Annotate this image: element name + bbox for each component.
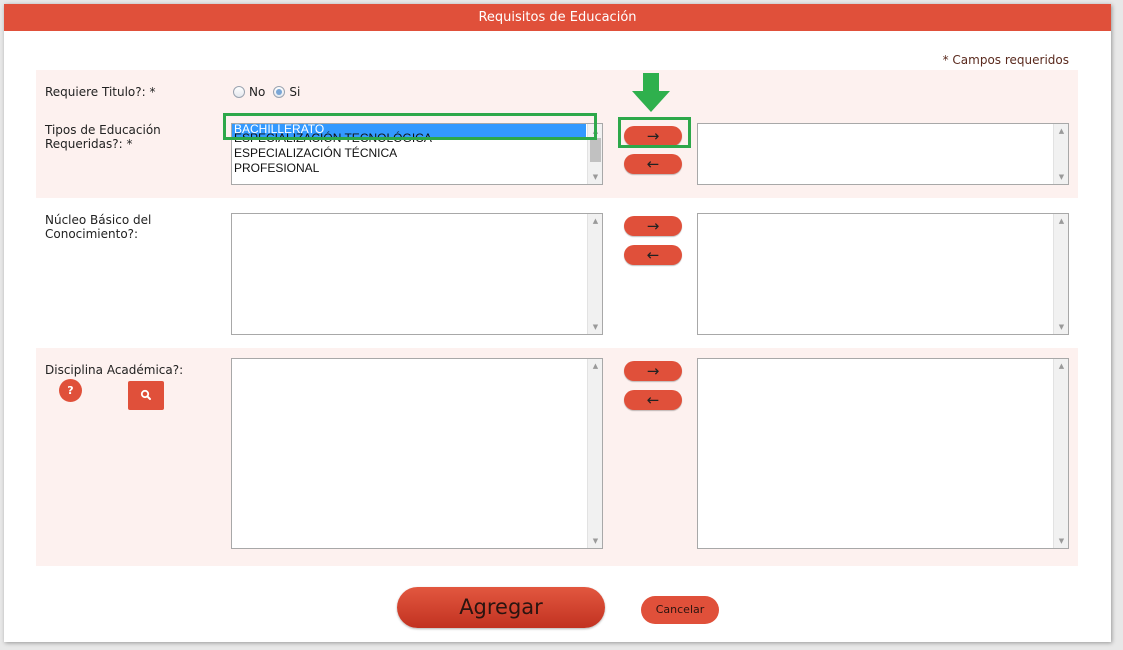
move-left-button[interactable]: ← [624, 154, 682, 174]
green-down-arrow-icon [632, 73, 670, 112]
scrollbar[interactable]: ▲ ▼ [587, 124, 602, 184]
disciplina-chosen-list[interactable]: ▲ ▼ [697, 358, 1069, 549]
radio-no[interactable] [233, 86, 245, 98]
list-item[interactable]: ESPECIALIZACIÓN TECNOLÓGICA [232, 131, 586, 146]
section-disciplina: Disciplina Académica?: ? ▲ ▼ → ← ▲ ▼ [36, 348, 1078, 566]
disciplina-available-list[interactable]: ▲ ▼ [231, 358, 603, 549]
section-nucleo-basico: Núcleo Básico del Conocimiento?: ▲ ▼ → ←… [36, 200, 1078, 345]
scroll-up-icon[interactable]: ▲ [1054, 359, 1068, 373]
nucleo-basico-available-list[interactable]: ▲ ▼ [231, 213, 603, 335]
tipos-educacion-label: Tipos de Educación Requeridas?: * [45, 123, 161, 151]
agregar-button[interactable]: Agregar [397, 587, 605, 628]
search-icon [140, 389, 151, 400]
required-fields-note: * Campos requeridos [942, 53, 1069, 67]
radio-si[interactable] [273, 86, 286, 98]
requiere-titulo-radio-group: No Si [233, 85, 304, 99]
move-right-button[interactable]: → [624, 216, 682, 236]
dialog-title: Requisitos de Educación [4, 4, 1111, 31]
scrollbar[interactable]: ▲ ▼ [1053, 214, 1068, 334]
requiere-titulo-label: Requiere Titulo?: * [45, 85, 156, 99]
scrollbar[interactable]: ▲ ▼ [587, 214, 602, 334]
scroll-thumb[interactable] [590, 138, 601, 162]
radio-no-label: No [249, 85, 266, 99]
scroll-up-icon[interactable]: ▲ [588, 124, 602, 138]
nucleo-basico-label: Núcleo Básico del Conocimiento?: [45, 213, 151, 241]
scroll-up-icon[interactable]: ▲ [588, 214, 602, 228]
scroll-down-icon[interactable]: ▼ [588, 170, 602, 184]
scrollbar[interactable]: ▲ ▼ [587, 359, 602, 548]
scroll-down-icon[interactable]: ▼ [1054, 320, 1068, 334]
help-icon[interactable]: ? [59, 379, 82, 402]
section-tipos-educacion: Requiere Titulo?: * No Si Tipos de Educa… [36, 70, 1078, 198]
scroll-up-icon[interactable]: ▲ [588, 359, 602, 373]
scroll-down-icon[interactable]: ▼ [588, 534, 602, 548]
nucleo-basico-label-line1: Núcleo Básico del [45, 213, 152, 227]
tipos-educacion-label-line2: Requeridas?: * [45, 137, 133, 151]
move-left-button[interactable]: ← [624, 390, 682, 410]
move-right-button[interactable]: → [624, 126, 682, 146]
disciplina-label: Disciplina Académica?: [45, 363, 184, 377]
scroll-up-icon[interactable]: ▲ [1054, 124, 1068, 138]
move-right-button[interactable]: → [624, 361, 682, 381]
tipos-educacion-label-line1: Tipos de Educación [45, 123, 161, 137]
list-item[interactable]: ESPECIALIZACIÓN TÉCNICA [232, 146, 586, 161]
education-requirements-dialog: Requisitos de Educación * Campos requeri… [4, 4, 1111, 642]
search-button[interactable] [128, 381, 164, 410]
move-left-button[interactable]: ← [624, 245, 682, 265]
scroll-down-icon[interactable]: ▼ [588, 320, 602, 334]
cancelar-button[interactable]: Cancelar [641, 596, 719, 624]
list-item[interactable]: PROFESIONAL [232, 161, 586, 176]
scrollbar[interactable]: ▲ ▼ [1053, 359, 1068, 548]
tipos-educacion-chosen-list[interactable]: ▲ ▼ [697, 123, 1069, 185]
scroll-down-icon[interactable]: ▼ [1054, 170, 1068, 184]
tipos-educacion-available-list[interactable]: BACHILLERATO ESPECIALIZACIÓN TECNOLÓGICA… [231, 123, 603, 185]
nucleo-basico-chosen-list[interactable]: ▲ ▼ [697, 213, 1069, 335]
radio-si-label: Si [289, 85, 301, 99]
scrollbar[interactable]: ▲ ▼ [1053, 124, 1068, 184]
scroll-down-icon[interactable]: ▼ [1054, 534, 1068, 548]
scroll-up-icon[interactable]: ▲ [1054, 214, 1068, 228]
nucleo-basico-label-line2: Conocimiento?: [45, 227, 139, 241]
